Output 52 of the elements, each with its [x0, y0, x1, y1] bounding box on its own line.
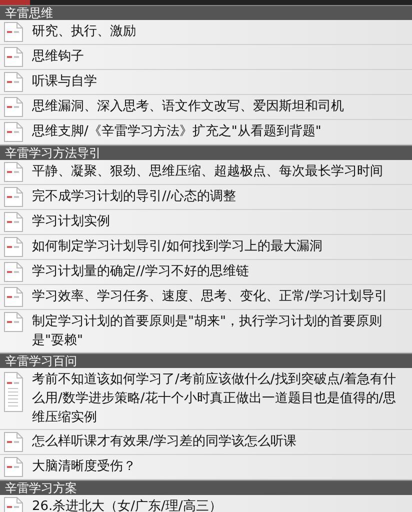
item-title: 大脑清晰度受伤？: [32, 458, 136, 476]
list-item[interactable]: 如何制定学习计划导引/如何找到学习上的最大漏洞: [0, 235, 412, 260]
document-icon: [4, 457, 23, 477]
list-item[interactable]: 学习计划实例: [0, 210, 412, 235]
document-icon: [4, 97, 23, 117]
list-item[interactable]: 完不成学习计划的导引//心态的调整: [0, 185, 412, 210]
item-title: 学习计划实例: [32, 213, 110, 231]
item-title: 思维漏洞、深入思考、语文作文改写、爱因斯坦和司机: [32, 98, 344, 116]
list-item[interactable]: 平静、凝聚、狠劲、思维压缩、超越极点、每次最长学习时间: [0, 160, 412, 185]
list-item[interactable]: 思维漏洞、深入思考、语文作文改写、爱因斯坦和司机: [0, 95, 412, 120]
document-icon: [4, 432, 23, 452]
item-title: 考前不知道该如何学习了/考前应该做什么/找到突破点/着急有什么用/数学进步策略/花十个小时真正做出一道题目也是值得的/思维压缩实例: [32, 371, 398, 427]
list-item[interactable]: 思维支脚/《辛雷学习方法》扩充之"从看题到背题": [0, 120, 412, 145]
document-icon: [4, 47, 23, 67]
item-title: 完不成学习计划的导引//心态的调整: [32, 188, 236, 206]
item-title: 学习效率、学习任务、速度、思考、变化、正常/学习计划导引: [32, 288, 388, 306]
document-icon: [4, 22, 23, 42]
section-header: 辛雷学习方法导引: [0, 145, 412, 160]
item-title: 怎么样听课才有效果/学习差的同学该怎么听课: [32, 433, 296, 451]
list-item[interactable]: 制定学习计划的首要原则是"胡来"，执行学习计划的首要原则是"耍赖": [0, 310, 412, 353]
list-item[interactable]: 思维钩子: [0, 45, 412, 70]
document-icon: [4, 72, 23, 92]
list-item[interactable]: 大脑清晰度受伤？: [0, 455, 412, 480]
item-title: 研究、执行、激励: [32, 23, 136, 41]
document-icon: [4, 287, 23, 307]
list-item[interactable]: 26.杀进北大（女/广东/理/高三）: [0, 495, 412, 512]
item-title: 制定学习计划的首要原则是"胡来"，执行学习计划的首要原则是"耍赖": [32, 313, 383, 350]
section-header: 辛雷思维: [0, 5, 412, 20]
section-header: 辛雷学习方案: [0, 480, 412, 495]
document-icon: [4, 312, 23, 332]
document-icon: [4, 237, 23, 257]
list-item[interactable]: 考前不知道该如何学习了/考前应该做什么/找到突破点/着急有什么用/数学进步策略/花十个小时真正做出一道题目也是值得的/思维压缩实例: [0, 368, 412, 430]
document-icon: [4, 162, 23, 182]
list-item[interactable]: 听课与自学: [0, 70, 412, 95]
item-title: 听课与自学: [32, 73, 97, 91]
section-header: 辛雷学习百问: [0, 353, 412, 368]
list-item[interactable]: 怎么样听课才有效果/学习差的同学该怎么听课: [0, 430, 412, 455]
document-icon: [4, 497, 23, 512]
document-icon: [4, 187, 23, 207]
item-title: 思维支脚/《辛雷学习方法》扩充之"从看题到背题": [32, 123, 322, 141]
list-item[interactable]: 学习效率、学习任务、速度、思考、变化、正常/学习计划导引: [0, 285, 412, 310]
item-title: 学习计划量的确定//学习不好的思维链: [32, 263, 249, 281]
list-item[interactable]: 研究、执行、激励: [0, 20, 412, 45]
document-icon: [4, 212, 23, 232]
item-title: 平静、凝聚、狠劲、思维压缩、超越极点、每次最长学习时间: [32, 163, 383, 181]
document-icon: [4, 372, 23, 412]
item-title: 26.杀进北大（女/广东/理/高三）: [32, 498, 222, 512]
item-title: 思维钩子: [32, 48, 84, 66]
item-title: 如何制定学习计划导引/如何找到学习上的最大漏洞: [32, 238, 322, 256]
document-icon: [4, 122, 23, 142]
document-icon: [4, 262, 23, 282]
list-item[interactable]: 学习计划量的确定//学习不好的思维链: [0, 260, 412, 285]
